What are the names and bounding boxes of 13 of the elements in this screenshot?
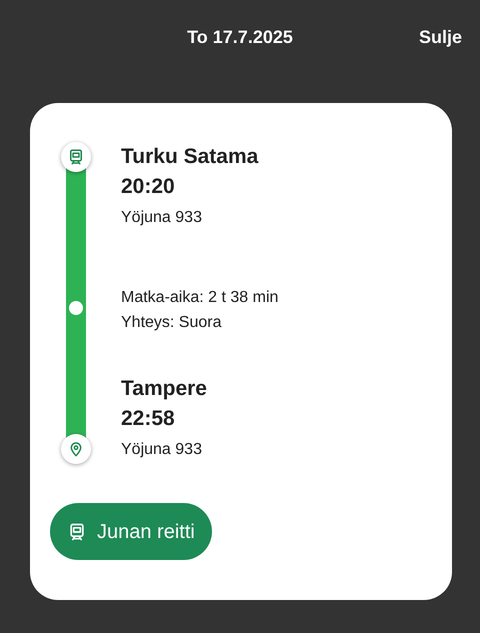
journey-info: Yhteys: Suora (121, 313, 222, 333)
time: 22:58 (121, 406, 176, 432)
journey-info: Matka-aika: 2 t 38 min (121, 288, 278, 308)
map-pin-icon (68, 441, 84, 457)
train-name: Yöjuna 933 (121, 440, 203, 460)
station-name: Tampere (121, 376, 208, 402)
train-route-button[interactable]: Junan reitti (50, 503, 212, 560)
station-name: Turku Satama (121, 144, 260, 170)
close-button[interactable]: Sulje (418, 24, 462, 51)
train-name: Yöjuna 933 (121, 208, 203, 228)
time: 20:20 (121, 174, 176, 200)
train-icon (67, 148, 85, 166)
date-title: To 17.7.2025 (187, 26, 293, 49)
